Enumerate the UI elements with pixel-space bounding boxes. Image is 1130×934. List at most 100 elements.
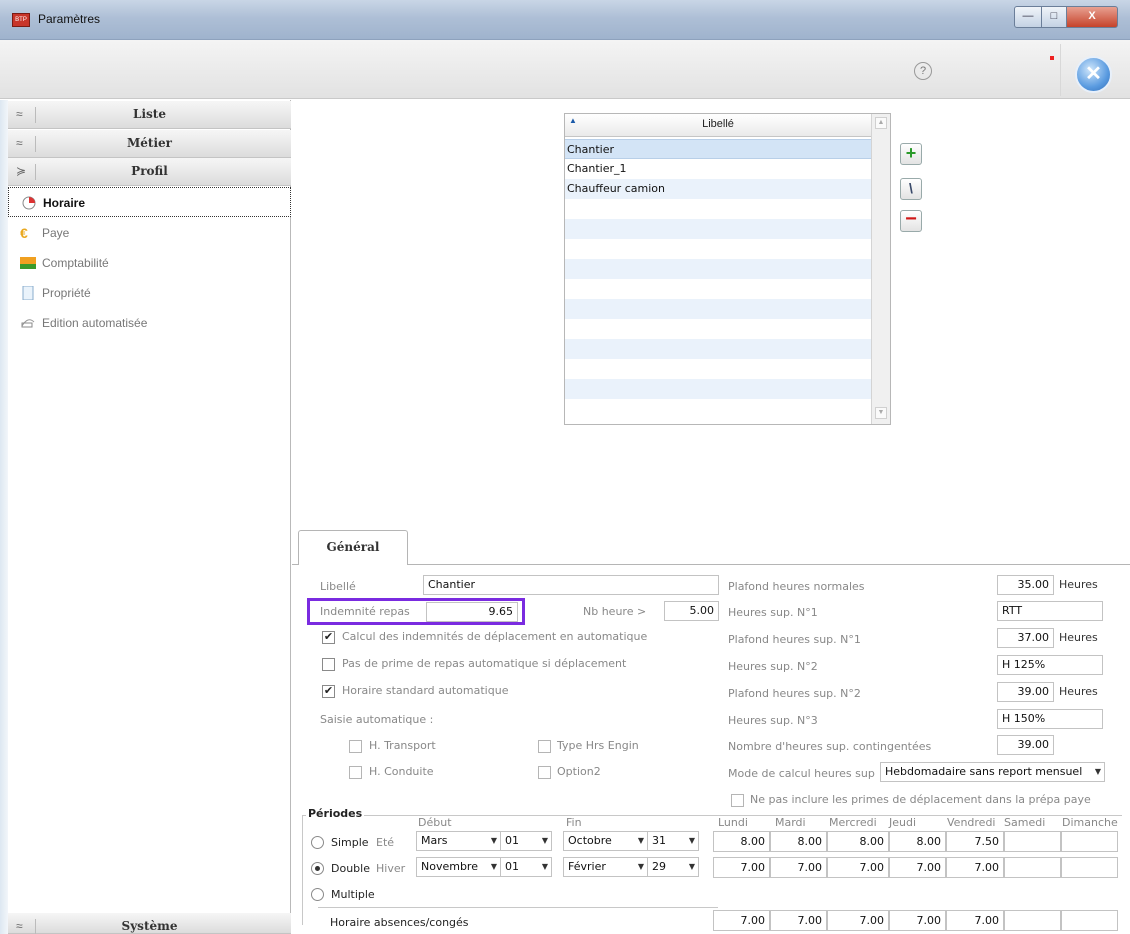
exit-icon[interactable]: ✕ <box>1075 56 1112 93</box>
close-window-button[interactable]: X <box>1066 6 1118 28</box>
double-end-month-select[interactable]: Février ▼ <box>563 857 648 877</box>
print-icon <box>21 319 35 328</box>
periods-title: Périodes <box>306 807 365 820</box>
day-header-samedi: Samedi <box>1004 816 1046 829</box>
simple-hours-samedi[interactable] <box>1004 831 1061 852</box>
plafond-hs2-input[interactable]: 39.00 <box>997 682 1054 702</box>
list-item[interactable]: Chantier_1 <box>565 159 871 179</box>
hs3-label: Heures sup. N°3 <box>728 714 818 727</box>
nav-section-metier[interactable]: ≈ Métier <box>8 130 291 158</box>
nav-section-profil[interactable]: ≽ Profil <box>8 158 291 186</box>
option2-checkbox[interactable] <box>538 766 551 779</box>
multiple-radio[interactable] <box>311 888 324 901</box>
absences-hours-samedi[interactable] <box>1004 910 1061 931</box>
nav-item-comptabilite[interactable]: Comptabilité <box>8 248 291 278</box>
nav-item-propriete[interactable]: Propriété <box>8 278 291 308</box>
nav-section-liste[interactable]: ≈ Liste <box>8 101 291 129</box>
libelle-input[interactable]: Chantier <box>423 575 719 595</box>
simple-hours-dimanche[interactable] <box>1061 831 1118 852</box>
simple-hours-mardi[interactable]: 8.00 <box>770 831 827 852</box>
h-transport-checkbox[interactable] <box>349 740 362 753</box>
simple-start-day-select[interactable]: 01 ▼ <box>500 831 552 851</box>
scroll-up-icon[interactable]: ▲ <box>875 117 887 129</box>
help-icon[interactable]: ? <box>914 62 932 80</box>
heures-unit: Heures <box>1059 631 1098 644</box>
accounting-icon <box>20 257 36 269</box>
simple-radio[interactable] <box>311 836 324 849</box>
simple-hours-jeudi[interactable]: 8.00 <box>889 831 946 852</box>
contingentees-input[interactable]: 39.00 <box>997 735 1054 755</box>
absences-hours-mardi[interactable]: 7.00 <box>770 910 827 931</box>
nav-item-paye[interactable]: € Paye <box>8 218 291 248</box>
hs3-input[interactable]: H 150% <box>997 709 1103 729</box>
maximize-button[interactable]: □ <box>1041 6 1067 28</box>
list-scrollbar[interactable]: ▲ ▼ <box>871 114 890 424</box>
simple-hours-lundi[interactable]: 8.00 <box>713 831 770 852</box>
double-hours-vendredi[interactable]: 7.00 <box>946 857 1004 878</box>
horaire-standard-checkbox[interactable]: ✔ <box>322 685 335 698</box>
double-hours-samedi[interactable] <box>1004 857 1061 878</box>
double-start-month-select[interactable]: Novembre ▼ <box>416 857 501 877</box>
h-conduite-checkbox[interactable] <box>349 766 362 779</box>
nav-item-label: Propriété <box>42 286 91 300</box>
double-start-day-select[interactable]: 01 ▼ <box>500 857 552 877</box>
app-logo-icon: BTP <box>12 13 30 27</box>
plafond-normales-input[interactable]: 35.00 <box>997 575 1054 595</box>
nav-item-edition-automatisee[interactable]: Edition automatisée <box>8 308 291 338</box>
list-item-empty <box>565 219 871 239</box>
chevron-down-icon: ▼ <box>541 862 548 871</box>
saisie-auto-label: Saisie automatique : <box>320 713 434 726</box>
chevron-up-icon: ≈ <box>16 136 36 152</box>
select-value: Mars <box>421 834 448 847</box>
ne-pas-inclure-checkbox[interactable] <box>731 794 744 807</box>
double-radio[interactable] <box>311 862 324 875</box>
simple-hours-mercredi[interactable]: 8.00 <box>827 831 889 852</box>
chevron-up-icon: ≈ <box>16 919 36 934</box>
mode-calc-select[interactable]: Hebdomadaire sans report mensuel ▼ <box>880 762 1105 782</box>
simple-end-day-select[interactable]: 31 ▼ <box>647 831 699 851</box>
double-hours-dimanche[interactable] <box>1061 857 1118 878</box>
add-button[interactable]: + <box>900 143 922 165</box>
plafond-hs1-input[interactable]: 37.00 <box>997 628 1054 648</box>
nav-section-label: Système <box>121 919 178 933</box>
double-hours-mardi[interactable]: 7.00 <box>770 857 827 878</box>
simple-end-month-select[interactable]: Octobre ▼ <box>563 831 648 851</box>
simple-label: Simple <box>331 836 369 849</box>
absences-hours-lundi[interactable]: 7.00 <box>713 910 770 931</box>
indemnite-repas-input[interactable]: 9.65 <box>426 602 518 622</box>
hs2-input[interactable]: H 125% <box>997 655 1103 675</box>
delete-button[interactable]: − <box>900 209 922 232</box>
chevron-down-icon: ▼ <box>637 836 644 845</box>
day-header-mardi: Mardi <box>775 816 806 829</box>
euro-icon: € <box>20 225 28 241</box>
tab-general[interactable]: Général <box>298 530 408 564</box>
window-title: Paramètres <box>38 12 101 26</box>
absences-hours-dimanche[interactable] <box>1061 910 1118 931</box>
ne-pas-inclure-label: Ne pas inclure les primes de déplacement… <box>750 793 1091 806</box>
list-item[interactable]: Chauffeur camion <box>565 179 871 199</box>
double-hours-jeudi[interactable]: 7.00 <box>889 857 946 878</box>
double-end-day-select[interactable]: 29 ▼ <box>647 857 699 877</box>
pas-prime-checkbox[interactable] <box>322 658 335 671</box>
edit-button[interactable]: \ <box>900 178 922 200</box>
type-hrs-engin-checkbox[interactable] <box>538 740 551 753</box>
calc-deplacement-checkbox[interactable]: ✔ <box>322 631 335 644</box>
list-item[interactable]: Chantier <box>565 139 871 159</box>
simple-hours-vendredi[interactable]: 7.50 <box>946 831 1004 852</box>
nb-heure-input[interactable]: 5.00 <box>664 601 719 621</box>
nav-section-systeme[interactable]: ≈ Système <box>8 913 291 934</box>
double-hours-mercredi[interactable]: 7.00 <box>827 857 889 878</box>
absences-hours-vendredi[interactable]: 7.00 <box>946 910 1004 931</box>
double-hours-lundi[interactable]: 7.00 <box>713 857 770 878</box>
scroll-down-icon[interactable]: ▼ <box>875 407 887 419</box>
absences-hours-jeudi[interactable]: 7.00 <box>889 910 946 931</box>
nav-section-label: Profil <box>131 164 168 178</box>
select-value: 01 <box>505 860 519 873</box>
type-hrs-engin-label: Type Hrs Engin <box>557 739 639 752</box>
column-header-libelle[interactable]: Libellé <box>565 118 871 130</box>
minimize-button[interactable]: — <box>1014 6 1042 28</box>
simple-start-month-select[interactable]: Mars ▼ <box>416 831 501 851</box>
nav-item-horaire[interactable]: Horaire <box>8 187 291 217</box>
hs1-input[interactable]: RTT <box>997 601 1103 621</box>
absences-hours-mercredi[interactable]: 7.00 <box>827 910 889 931</box>
